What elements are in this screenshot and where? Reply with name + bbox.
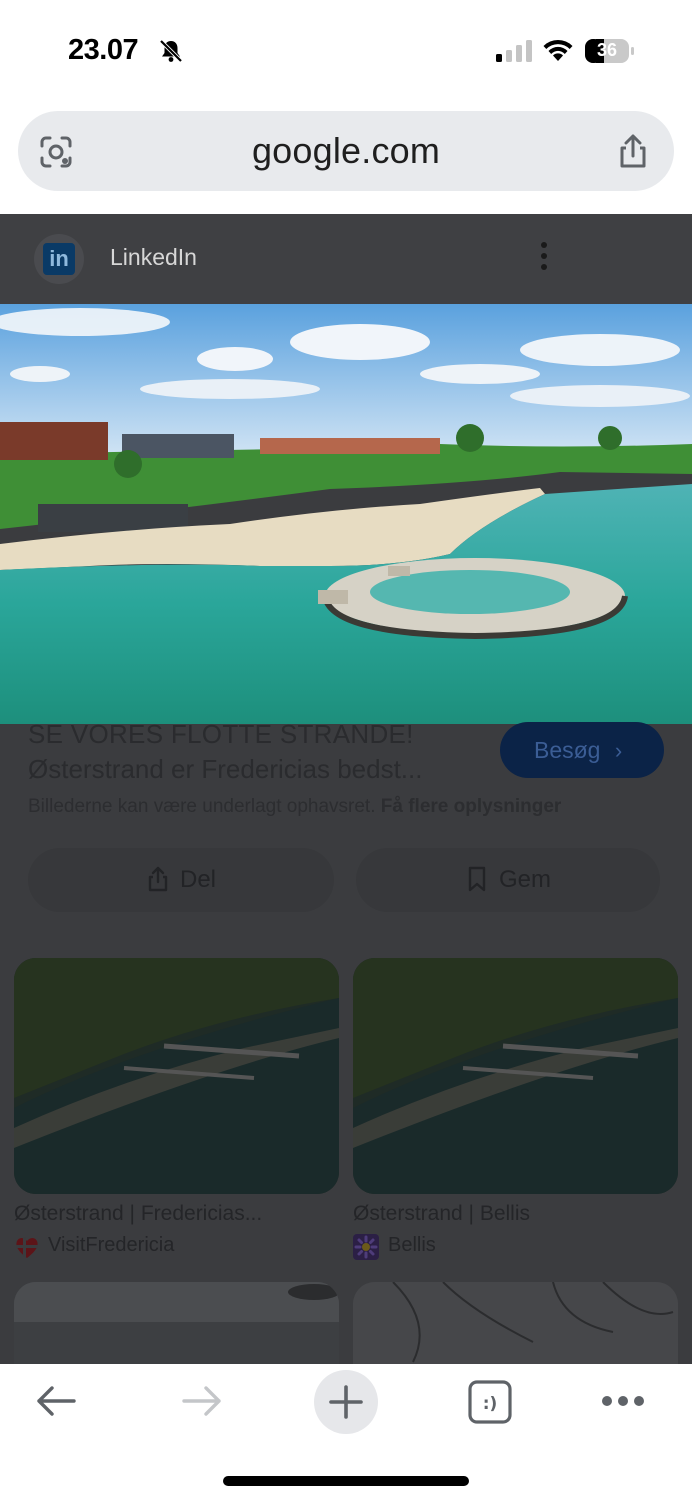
- more-options-icon[interactable]: [538, 242, 550, 274]
- tabs-icon[interactable]: :): [467, 1379, 513, 1425]
- related-source: VisitFredericia: [48, 1234, 175, 1256]
- related-thumbnail[interactable]: [353, 1282, 678, 1364]
- related-source: Bellis: [388, 1234, 436, 1256]
- signal-icon: [496, 40, 532, 62]
- battery-icon: 36: [584, 38, 636, 64]
- source-row[interactable]: in LinkedIn: [0, 214, 692, 304]
- battery-level: 36: [596, 40, 618, 60]
- share-icon: [148, 866, 168, 891]
- result-title-line2[interactable]: Østerstrand er Fredericias bedst...: [28, 754, 422, 785]
- visitfredericia-favicon-icon: [16, 1237, 38, 1258]
- share-icon[interactable]: [614, 132, 652, 170]
- related-title[interactable]: Østerstrand | Fredericias...: [14, 1202, 262, 1226]
- bellis-favicon-icon: [353, 1234, 379, 1260]
- bookmark-icon: [468, 866, 486, 891]
- image-viewer-page: in LinkedIn SE VORES FLOTTE STRANDE! Øst…: [0, 214, 692, 1364]
- status-time: 23.07: [68, 34, 139, 66]
- related-thumbnail[interactable]: [14, 958, 339, 1194]
- copyright-text: Billederne kan være underlagt ophavsret.: [28, 796, 376, 817]
- copyright-notice: Billederne kan være underlagt ophavsret.…: [28, 796, 561, 818]
- source-name: LinkedIn: [110, 244, 197, 270]
- share-button-label: Del: [179, 866, 216, 893]
- related-title[interactable]: Østerstrand | Bellis: [353, 1202, 530, 1226]
- status-bar: 23.07 36: [0, 0, 692, 100]
- result-title-line1[interactable]: SE VORES FLOTTE STRANDE!: [28, 719, 414, 750]
- home-indicator[interactable]: [223, 1476, 469, 1486]
- hero-image[interactable]: [0, 304, 692, 724]
- visit-button-label: Besøg: [534, 737, 601, 763]
- forward-arrow-icon[interactable]: [180, 1384, 224, 1418]
- chevron-right-icon: ›: [614, 738, 623, 763]
- related-thumbnail[interactable]: [14, 1282, 339, 1364]
- bell-slash-icon: [159, 39, 183, 63]
- share-button[interactable]: Del: [28, 848, 334, 912]
- save-button-label: Gem: [498, 866, 551, 893]
- save-button[interactable]: Gem: [356, 848, 660, 912]
- related-thumbnail[interactable]: [353, 958, 678, 1194]
- linkedin-logo-icon: in: [34, 234, 84, 284]
- new-tab-plus-icon[interactable]: [328, 1384, 364, 1420]
- back-arrow-icon[interactable]: [34, 1384, 78, 1418]
- wifi-icon: [543, 39, 573, 61]
- url-text[interactable]: google.com: [0, 130, 692, 172]
- more-icon[interactable]: [600, 1394, 646, 1408]
- more-info-link[interactable]: Få flere oplysninger: [381, 796, 562, 817]
- svg-text::): :): [483, 1394, 498, 1414]
- visit-button[interactable]: Besøg ›: [500, 722, 664, 778]
